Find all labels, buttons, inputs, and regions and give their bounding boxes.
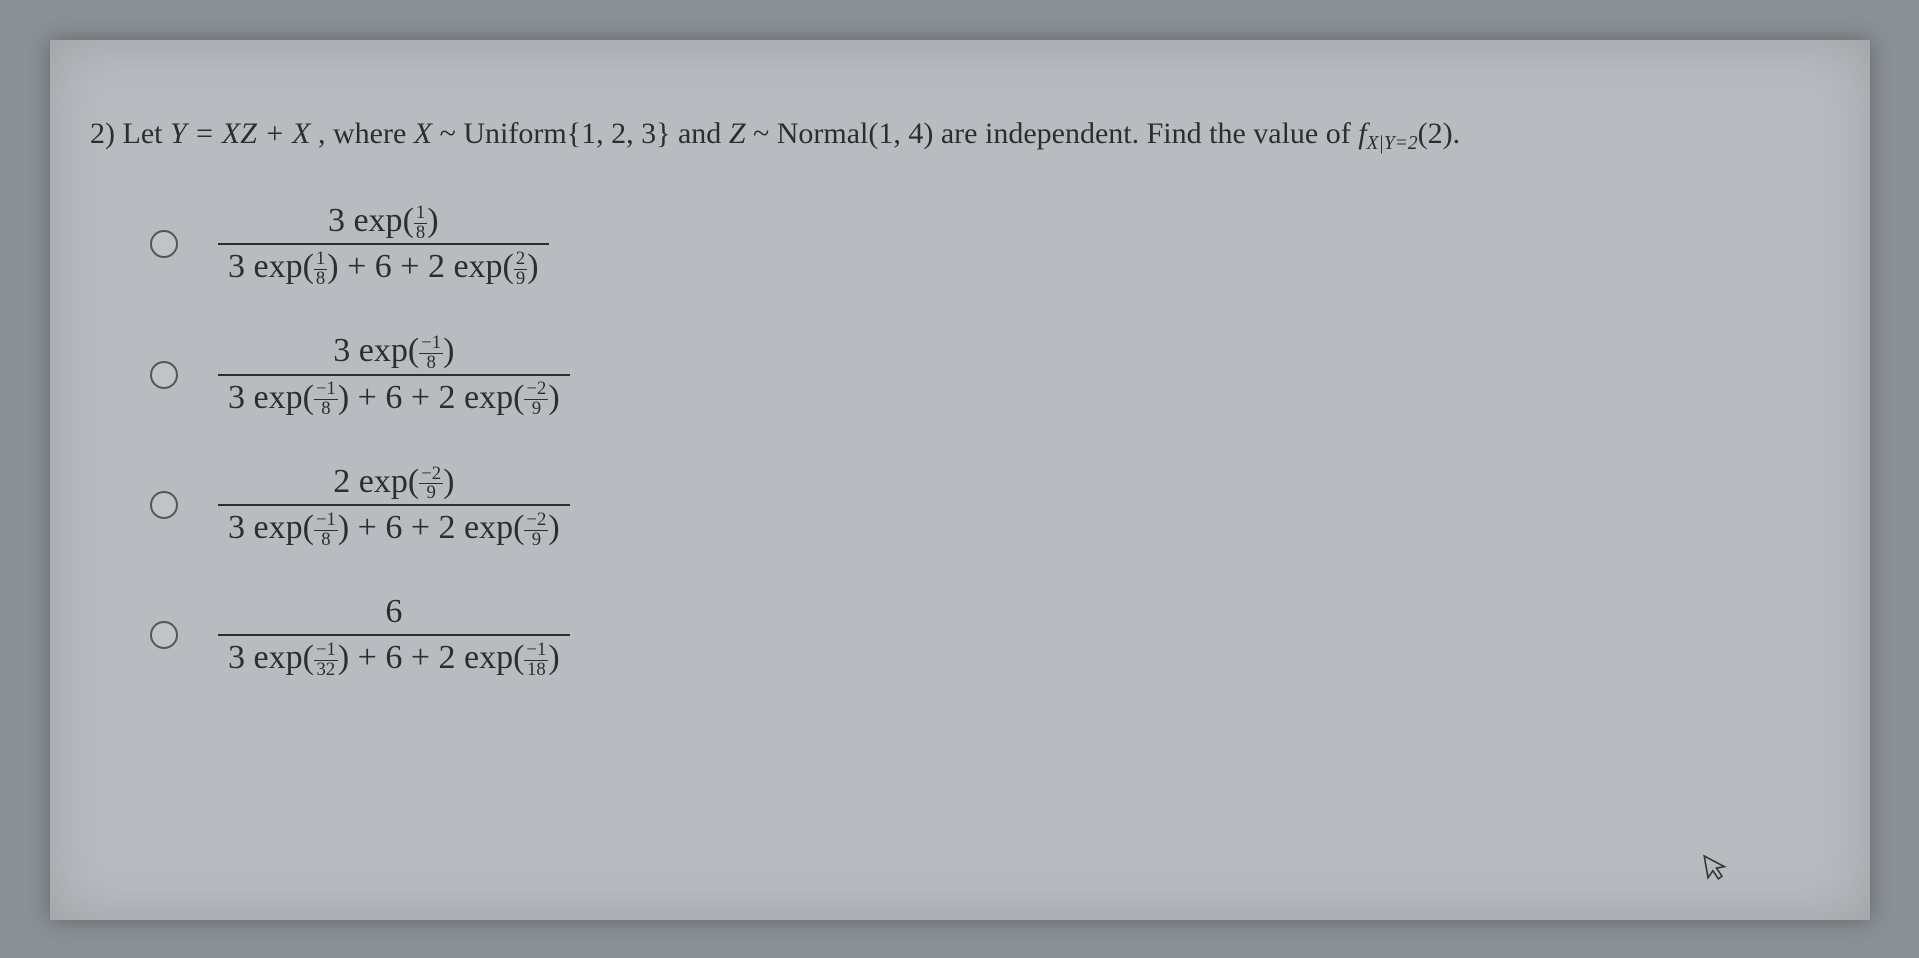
opt-a-d2-fn: 2 (514, 250, 527, 270)
opt-c-num-fd: 9 (419, 484, 443, 503)
opt-a-num-coef: 3 exp (328, 202, 403, 239)
option-d[interactable]: 6 3 exp(−132) + 6 + 2 exp(−118) (150, 590, 1830, 680)
opt-c-d1-fd: 8 (314, 531, 338, 550)
expr-y: Y = XZ + X (170, 117, 311, 150)
opt-b-num-fd: 8 (419, 354, 443, 373)
option-d-fraction: 6 3 exp(−132) + 6 + 2 exp(−118) (218, 590, 570, 680)
question-and: and (678, 117, 729, 150)
opt-b-num-fn: −1 (419, 334, 443, 354)
radio-a[interactable] (150, 230, 178, 258)
cursor-icon (1701, 850, 1733, 892)
opt-d-d1-fd: 32 (314, 661, 338, 680)
opt-a-d1-coef: 3 exp (228, 248, 303, 285)
option-a-fraction: 3 exp(18) 3 exp(18) + 6 + 2 exp(29) (218, 199, 549, 289)
opt-d-mid: + 6 + (349, 639, 438, 676)
opt-d-d2-fn: −1 (524, 641, 548, 661)
tilde-z: ~ (753, 117, 777, 150)
opt-a-d2-coef: 2 exp (428, 248, 503, 285)
var-x: X (414, 117, 432, 150)
tilde-x: ~ (440, 117, 464, 150)
opt-d-d2-fd: 18 (524, 661, 548, 680)
opt-c-d2-coef: 2 exp (439, 509, 514, 546)
dist-x: Uniform{1, 2, 3} (463, 117, 670, 150)
opt-b-num-coef: 3 exp (333, 332, 408, 369)
var-z: Z (729, 117, 746, 150)
opt-a-num-fd: 8 (414, 224, 427, 243)
opt-b-mid: + 6 + (349, 379, 438, 416)
opt-b-d2-coef: 2 exp (439, 379, 514, 416)
opt-a-num-fn: 1 (414, 204, 427, 224)
opt-a-mid: + 6 + (339, 248, 428, 285)
period: . (1453, 117, 1461, 150)
opt-c-d2-fn: −2 (524, 511, 548, 531)
target-sub: X|Y=2 (1367, 133, 1418, 154)
question-where: , where (318, 117, 414, 150)
opt-d-d1-coef: 3 exp (228, 639, 303, 676)
question-page: 2) Let Y = XZ + X , where X ~ Uniform{1,… (50, 40, 1870, 920)
opt-a-d1-fn: 1 (314, 250, 327, 270)
option-c[interactable]: 2 exp(−29) 3 exp(−18) + 6 + 2 exp(−29) (150, 460, 1830, 550)
option-b-fraction: 3 exp(−18) 3 exp(−18) + 6 + 2 exp(−29) (218, 329, 570, 419)
radio-b[interactable] (150, 361, 178, 389)
target-arg: (2) (1418, 117, 1453, 150)
target-f: f (1358, 117, 1366, 150)
opt-a-d1-fd: 8 (314, 270, 327, 289)
opt-c-mid: + 6 + (349, 509, 438, 546)
option-c-fraction: 2 exp(−29) 3 exp(−18) + 6 + 2 exp(−29) (218, 460, 570, 550)
opt-b-d1-coef: 3 exp (228, 379, 303, 416)
question-text: 2) Let Y = XZ + X , where X ~ Uniform{1,… (90, 110, 1830, 159)
opt-c-d2-fd: 9 (524, 531, 548, 550)
opt-a-d2-fd: 9 (514, 270, 527, 289)
question-indep: are independent. Find the value of (941, 117, 1358, 150)
radio-d[interactable] (150, 621, 178, 649)
question-number: 2) (90, 117, 115, 150)
option-a[interactable]: 3 exp(18) 3 exp(18) + 6 + 2 exp(29) (150, 199, 1830, 289)
opt-c-d1-coef: 3 exp (228, 509, 303, 546)
opt-c-num-coef: 2 exp (333, 463, 408, 500)
opt-d-num: 6 (385, 593, 402, 630)
options-list: 3 exp(18) 3 exp(18) + 6 + 2 exp(29) 3 ex… (150, 199, 1830, 681)
question-let: Let (123, 117, 170, 150)
opt-c-d1-fn: −1 (314, 511, 338, 531)
opt-d-d1-fn: −1 (314, 641, 338, 661)
opt-b-d1-fd: 8 (314, 400, 338, 419)
option-b[interactable]: 3 exp(−18) 3 exp(−18) + 6 + 2 exp(−29) (150, 329, 1830, 419)
dist-z: Normal(1, 4) (777, 117, 934, 150)
opt-b-d2-fd: 9 (524, 400, 548, 419)
opt-d-d2-coef: 2 exp (439, 639, 514, 676)
radio-c[interactable] (150, 491, 178, 519)
